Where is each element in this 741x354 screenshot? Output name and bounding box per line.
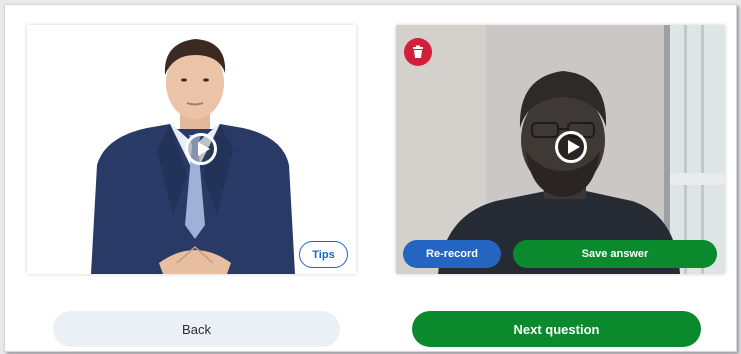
back-button[interactable]: Back	[53, 311, 340, 347]
save-answer-button[interactable]: Save answer	[513, 240, 717, 268]
tips-button[interactable]: Tips	[299, 241, 348, 268]
next-question-button[interactable]: Next question	[412, 311, 701, 347]
play-icon[interactable]	[185, 133, 217, 165]
interview-recorder-window: Tips Re-record Save answer Back Next que…	[4, 4, 737, 352]
delete-recording-button[interactable]	[404, 38, 432, 66]
answer-video-card: Re-record Save answer	[396, 25, 725, 274]
trash-icon	[413, 45, 423, 58]
question-video-card: Tips	[27, 25, 356, 274]
rerecord-button[interactable]: Re-record	[403, 240, 501, 268]
play-icon[interactable]	[555, 131, 587, 163]
